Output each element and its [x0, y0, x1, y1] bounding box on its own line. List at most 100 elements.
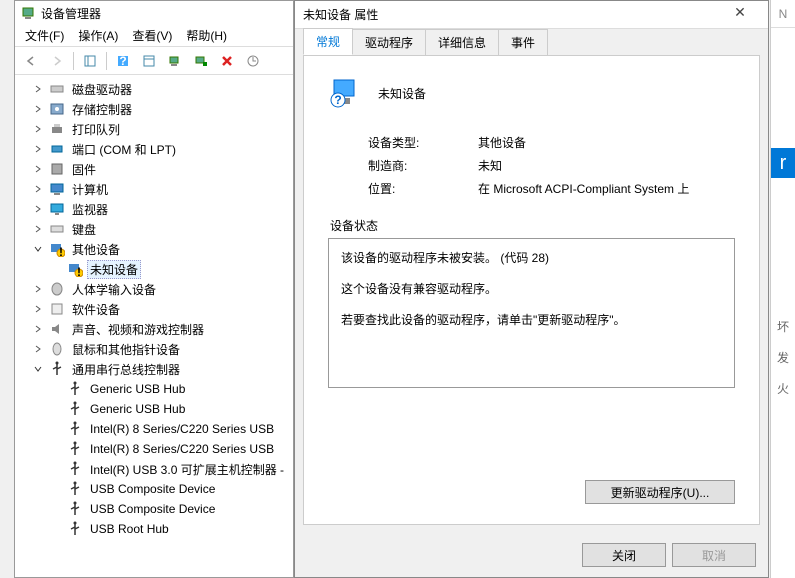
toolbar-separator	[106, 52, 107, 70]
port-icon	[49, 141, 65, 157]
scan-button[interactable]	[163, 50, 187, 72]
tree-node-label: 固件	[69, 160, 99, 179]
tree-expander-icon[interactable]	[33, 324, 49, 334]
tab-details[interactable]: 详细信息	[425, 29, 499, 55]
tree-expander-icon[interactable]	[33, 304, 49, 314]
tree-expander-icon[interactable]	[33, 224, 49, 234]
help-button[interactable]: ?	[111, 50, 135, 72]
tree-node[interactable]: 存储控制器	[15, 99, 293, 119]
usbd-icon	[67, 401, 83, 417]
manufacturer-label: 制造商:	[368, 157, 478, 174]
menu-view[interactable]: 查看(V)	[126, 25, 178, 46]
tree-node[interactable]: Intel(R) 8 Series/C220 Series USB	[15, 439, 293, 459]
tree-node[interactable]: Generic USB Hub	[15, 399, 293, 419]
toolbar: ?	[15, 47, 293, 75]
toolbar-separator	[73, 52, 74, 70]
uninstall-button[interactable]	[215, 50, 239, 72]
svg-text:!: !	[77, 265, 81, 277]
device-status-label: 设备状态	[330, 217, 735, 234]
propdlg-titlebar[interactable]: 未知设备 属性 ✕	[295, 1, 768, 29]
tree-node-label: Intel(R) USB 3.0 可扩展主机控制器 -	[87, 460, 287, 479]
tab-general[interactable]: 常规	[303, 28, 353, 55]
status-line: 这个设备没有兼容驱动程序。	[341, 280, 722, 297]
tree-node[interactable]: USB Root Hub	[15, 519, 293, 539]
tree-expander-icon[interactable]	[33, 344, 49, 354]
tree-expander-icon[interactable]	[33, 84, 49, 94]
tree-node-label: USB Composite Device	[87, 481, 218, 497]
hid-icon	[49, 281, 65, 297]
svg-text:?: ?	[119, 54, 126, 68]
tree-node[interactable]: 软件设备	[15, 299, 293, 319]
device-tree[interactable]: 磁盘驱动器存储控制器打印队列端口 (COM 和 LPT)固件计算机监视器键盘!其…	[15, 75, 293, 577]
tree-node-label: 声音、视频和游戏控制器	[69, 320, 207, 339]
menu-file[interactable]: 文件(F)	[19, 25, 70, 46]
tree-node[interactable]: Generic USB Hub	[15, 379, 293, 399]
device-large-icon: ?	[328, 76, 362, 110]
device-name-label: 未知设备	[378, 85, 426, 102]
tree-node[interactable]: Intel(R) USB 3.0 可扩展主机控制器 -	[15, 459, 293, 479]
tree-expander-icon[interactable]	[33, 204, 49, 214]
tree-node[interactable]: 键盘	[15, 219, 293, 239]
tree-expander-icon[interactable]	[33, 104, 49, 114]
device-manager-window: 设备管理器 文件(F) 操作(A) 查看(V) 帮助(H) ? 磁盘驱动器存储控…	[14, 0, 294, 578]
show-hide-tree-button[interactable]	[78, 50, 102, 72]
cancel-button[interactable]: 取消	[672, 543, 756, 567]
tree-expander-icon[interactable]	[33, 364, 49, 374]
back-button[interactable]	[19, 50, 43, 72]
tree-node[interactable]: USB Composite Device	[15, 479, 293, 499]
tree-node[interactable]: 鼠标和其他指针设备	[15, 339, 293, 359]
tree-node[interactable]: !其他设备	[15, 239, 293, 259]
tree-node[interactable]: USB Composite Device	[15, 499, 293, 519]
device-status-textbox[interactable]: 该设备的驱动程序未被安装。 (代码 28) 这个设备没有兼容驱动程序。 若要查找…	[328, 238, 735, 388]
devmgr-titlebar: 设备管理器	[15, 1, 293, 25]
tree-node-label: 计算机	[69, 180, 111, 199]
tree-expander-icon[interactable]	[33, 164, 49, 174]
svg-text:!: !	[59, 245, 63, 257]
tree-expander-icon[interactable]	[33, 124, 49, 134]
tree-node[interactable]: 人体学输入设备	[15, 279, 293, 299]
tree-node[interactable]: 磁盘驱动器	[15, 79, 293, 99]
update-driver-toolbar-button[interactable]	[241, 50, 265, 72]
menubar: 文件(F) 操作(A) 查看(V) 帮助(H)	[15, 25, 293, 47]
usbd-icon	[67, 521, 83, 537]
tree-node[interactable]: 端口 (COM 和 LPT)	[15, 139, 293, 159]
tree-node[interactable]: 通用串行总线控制器	[15, 359, 293, 379]
sound-icon	[49, 321, 65, 337]
tree-expander-icon[interactable]	[33, 284, 49, 294]
tree-node[interactable]: 监视器	[15, 199, 293, 219]
location-value: 在 Microsoft ACPI-Compliant System 上	[478, 180, 689, 197]
menu-action[interactable]: 操作(A)	[72, 25, 124, 46]
tree-node[interactable]: 计算机	[15, 179, 293, 199]
device-type-label: 设备类型:	[368, 134, 478, 151]
tree-node[interactable]: 固件	[15, 159, 293, 179]
usbd-icon	[67, 381, 83, 397]
tree-expander-icon[interactable]	[33, 144, 49, 154]
menu-help[interactable]: 帮助(H)	[180, 25, 233, 46]
tree-node-label: 人体学输入设备	[69, 280, 159, 299]
tree-node-label: 监视器	[69, 200, 111, 219]
close-icon[interactable]: ✕	[720, 4, 760, 26]
tree-node[interactable]: Intel(R) 8 Series/C220 Series USB	[15, 419, 293, 439]
add-legacy-button[interactable]	[189, 50, 213, 72]
tab-events[interactable]: 事件	[498, 29, 548, 55]
tree-expander-icon[interactable]	[33, 244, 49, 254]
tree-node-label: 通用串行总线控制器	[69, 360, 183, 379]
usbd-icon	[67, 421, 83, 437]
tree-node[interactable]: !未知设备	[15, 259, 293, 279]
monitor-icon	[49, 201, 65, 217]
usbd-icon	[67, 481, 83, 497]
tree-node-label: 磁盘驱动器	[69, 80, 135, 99]
storage-icon	[49, 101, 65, 117]
close-button[interactable]: 关闭	[582, 543, 666, 567]
tree-node[interactable]: 打印队列	[15, 119, 293, 139]
tree-node-label: USB Root Hub	[87, 521, 172, 537]
tab-driver[interactable]: 驱动程序	[352, 29, 426, 55]
background-window-edge: N r 坏发火	[770, 0, 795, 578]
tree-node[interactable]: 声音、视频和游戏控制器	[15, 319, 293, 339]
tree-expander-icon[interactable]	[33, 184, 49, 194]
properties-button[interactable]	[137, 50, 161, 72]
update-driver-button[interactable]: 更新驱动程序(U)...	[585, 480, 735, 504]
forward-button[interactable]	[45, 50, 69, 72]
status-line: 该设备的驱动程序未被安装。 (代码 28)	[341, 249, 722, 266]
device-type-value: 其他设备	[478, 134, 526, 151]
